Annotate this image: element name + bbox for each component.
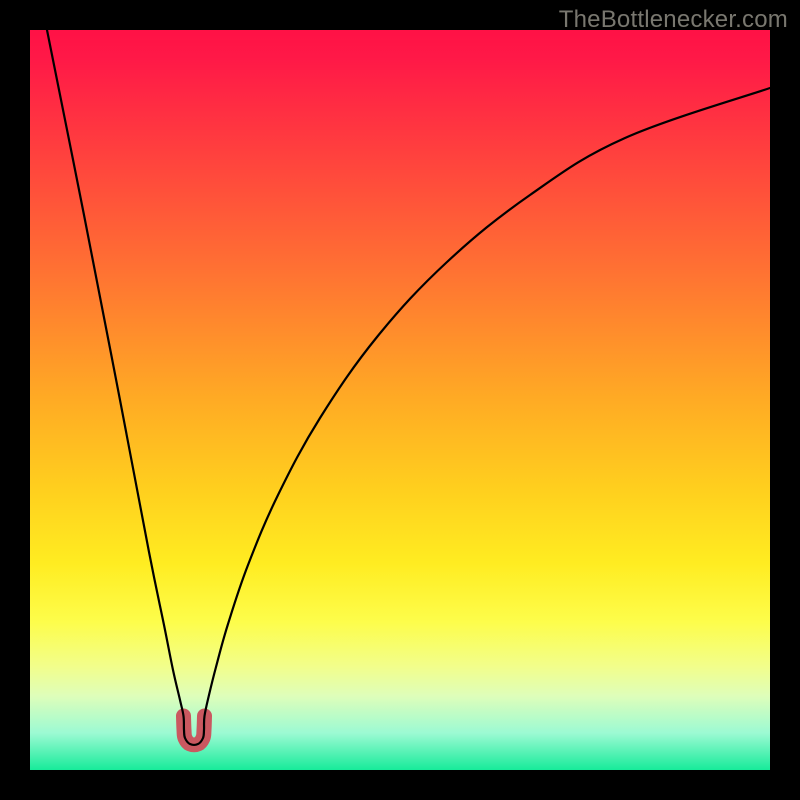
attribution-text: TheBottlenecker.com xyxy=(559,6,788,34)
plot-background xyxy=(30,30,770,770)
chart-svg xyxy=(0,0,800,800)
chart-stage: TheBottlenecker.com xyxy=(0,0,800,800)
